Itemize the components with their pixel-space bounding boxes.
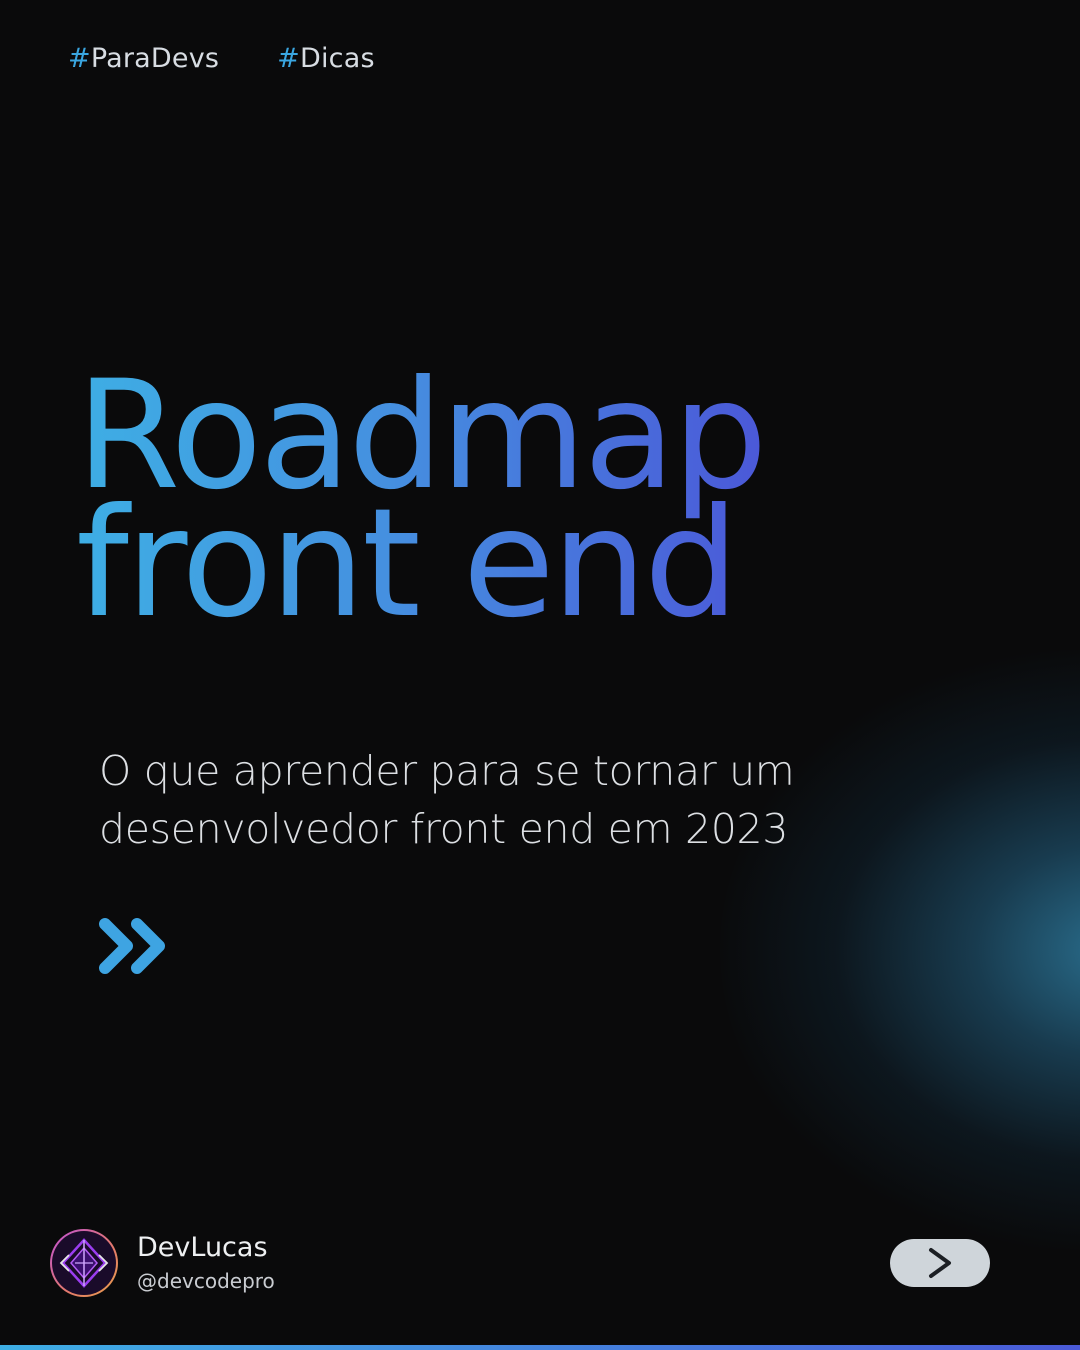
hashtag-dicas[interactable]: #Dicas <box>277 43 375 74</box>
author-handle: @devcodepro <box>137 1269 275 1293</box>
chevron-right-icon <box>929 1248 951 1278</box>
hashtag-paradevs[interactable]: #ParaDevs <box>68 43 219 74</box>
author-profile[interactable]: DevLucas @devcodepro <box>50 1229 275 1297</box>
post-slide: #ParaDevs #Dicas Roadmap front end O que… <box>0 0 1080 1350</box>
avatar[interactable] <box>50 1229 118 1297</box>
bottom-accent-bar <box>0 1345 1080 1350</box>
page-title: Roadmap front end <box>76 372 765 628</box>
hashtag-list: #ParaDevs #Dicas <box>68 43 375 74</box>
hashtag-label: Dicas <box>299 43 375 74</box>
title-line-2: front end <box>76 477 737 651</box>
diamond-logo-icon <box>59 1238 109 1288</box>
subtitle: O que aprender para se tornar um desenvo… <box>99 747 795 853</box>
double-chevron-right-icon <box>99 918 165 974</box>
hashtag-symbol: # <box>68 43 91 74</box>
profile-text: DevLucas @devcodepro <box>137 1231 275 1295</box>
author-name: DevLucas <box>137 1232 268 1263</box>
background-glow <box>720 650 1080 1250</box>
next-slide-button[interactable] <box>890 1239 990 1287</box>
hashtag-label: ParaDevs <box>90 43 220 74</box>
hashtag-symbol: # <box>277 43 300 74</box>
avatar-inner <box>52 1231 116 1295</box>
